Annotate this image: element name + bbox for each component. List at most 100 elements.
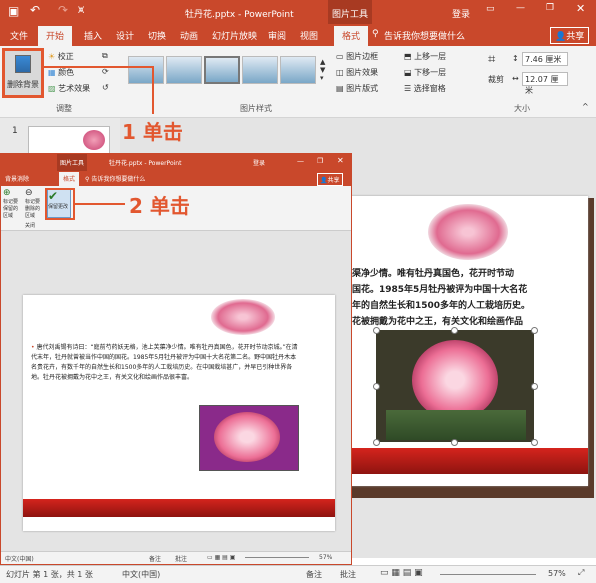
tell-me-input[interactable]: 告诉我你想要做什么 (384, 29, 465, 42)
reset-picture-icon[interactable]: ↺ (102, 83, 109, 92)
close-icon[interactable]: ✕ (576, 2, 585, 15)
picture-layout-button[interactable]: ▤ 图片版式 (336, 83, 378, 94)
compress-icon[interactable]: ⧉ (102, 51, 108, 61)
resize-handle[interactable] (531, 383, 538, 390)
mark-keep-label: 标记要保留的区域 (3, 199, 19, 219)
color-label: 颜色 (58, 68, 75, 77)
thumbnail-peony (83, 130, 105, 150)
resize-handle[interactable] (373, 383, 380, 390)
tab-background-removal[interactable]: 背景消除 (5, 174, 29, 183)
win2-paragraph: • 唐代刘禹锡有诗曰：“庭前芍药妖无格，池上芙蕖净少情。唯有牡丹真国色，花开时节… (31, 343, 301, 383)
restore-icon[interactable]: ❐ (546, 3, 554, 13)
win2-slide[interactable]: • 唐代刘禹锡有诗曰：“庭前芍药妖无格，池上芙蕖净少情。唯有牡丹真国色，花开时节… (23, 295, 335, 531)
artistic-label: 艺术效果 (58, 84, 91, 93)
win2-minimize-icon[interactable]: — (297, 157, 304, 165)
win2-view-icons[interactable]: ▭ ▦ ▤ ▣ (207, 554, 235, 561)
slide-text-line-2: 国花。1985年5月牡丹被评为中国十大名花 (352, 285, 528, 295)
crop-label[interactable]: 裁剪 (488, 74, 504, 85)
selected-peony-image[interactable] (376, 330, 534, 442)
slide-thumbnail[interactable] (28, 126, 110, 154)
win2-restore-icon[interactable]: ❐ (317, 157, 323, 165)
save-icon[interactable]: ▣ (8, 4, 19, 18)
win2-login[interactable]: 登录 (253, 158, 265, 167)
win2-tell-me-input[interactable]: ⚲ 告诉我你想要做什么 (85, 174, 145, 183)
main-slide[interactable]: 渠净少情。唯有牡丹真国色，花开时节动 国花。1985年5月牡丹被评为中国十大名花… (348, 196, 588, 486)
bring-forward-label: 上移一层 (414, 52, 447, 61)
tab-file[interactable]: 文件 (10, 29, 28, 42)
remove-background-button[interactable]: 删除背景 (2, 48, 44, 98)
resize-handle[interactable] (531, 327, 538, 334)
tab-home[interactable]: 开始 (38, 26, 73, 46)
send-backward-label: 下移一层 (414, 68, 447, 77)
customize-qat-icon[interactable]: ⩙ (78, 3, 84, 17)
share-button[interactable]: 👤共享 (550, 27, 590, 44)
picture-effects-button[interactable]: ◫ 图片效果 (336, 67, 378, 78)
keep-changes-highlight (45, 188, 75, 220)
remove-background-icon (15, 55, 31, 73)
border-label: 图片边框 (346, 52, 379, 61)
picture-style-4[interactable] (242, 56, 278, 84)
corrections-label: 校正 (57, 52, 74, 61)
height-input[interactable]: 7.46 厘米 (522, 52, 568, 66)
fit-slide-icon[interactable]: ⤢ (578, 568, 584, 578)
win2-zoom-slider[interactable] (245, 557, 309, 558)
picture-style-5[interactable] (280, 56, 316, 84)
win2-comments[interactable]: 批注 (175, 554, 187, 563)
width-icon: ↔ (512, 74, 519, 83)
tab-view[interactable]: 视图 (300, 29, 318, 42)
collapse-ribbon-icon[interactable]: ^ (582, 102, 589, 111)
slide-red-band (348, 448, 588, 474)
slide-body-text: 渠净少情。唯有牡丹真国色，花开时节动 国花。1985年5月牡丹被评为中国十大名花… (352, 266, 582, 330)
win2-tab-format[interactable]: 格式 (59, 172, 80, 186)
win2-close-icon[interactable]: ✕ (337, 156, 344, 165)
mark-keep-button[interactable]: ⊕ 标记要保留的区域 (3, 188, 21, 219)
win2-notes[interactable]: 备注 (149, 554, 161, 563)
tab-review[interactable]: 审阅 (268, 29, 286, 42)
undo-icon[interactable]: ↶ (30, 3, 40, 17)
mark-remove-button[interactable]: ⊖ 标记要删除的区域 (25, 188, 43, 219)
width-input[interactable]: 12.07 厘米 (522, 72, 568, 95)
resize-handle[interactable] (373, 327, 380, 334)
notes-button[interactable]: 备注 (306, 569, 322, 580)
login-link[interactable]: 登录 (452, 7, 470, 20)
view-buttons[interactable]: ▭ ▦ ▤ ▣ (380, 568, 423, 578)
change-picture-icon[interactable]: ⟳ (102, 67, 109, 76)
zoom-slider[interactable] (440, 574, 536, 575)
redo-icon[interactable]: ↷ (58, 3, 68, 17)
tab-animations[interactable]: 动画 (180, 29, 198, 42)
bring-forward-button[interactable]: ⬒ 上移一层 (404, 51, 446, 62)
comments-button[interactable]: 批注 (340, 569, 356, 580)
minimize-icon[interactable]: — (516, 3, 525, 13)
picture-style-1[interactable] (128, 56, 164, 84)
tell-me-icon: ⚲ (372, 29, 379, 39)
win2-doc-title: 牡丹花.pptx - PowerPoint (109, 160, 182, 167)
crop-icon[interactable]: ⌗ (488, 52, 495, 67)
selection-pane-button[interactable]: ☰ 选择窗格 (404, 83, 446, 94)
resize-handle[interactable] (531, 439, 538, 446)
resize-handle[interactable] (451, 439, 458, 446)
status-lang: 中文(中国) (122, 570, 161, 579)
picture-style-2[interactable] (166, 56, 202, 84)
win2-peony-removal-area[interactable] (199, 405, 299, 471)
resize-handle[interactable] (373, 439, 380, 446)
corrections-button[interactable]: ☀ 校正 (48, 51, 74, 62)
color-button[interactable]: ▦ 颜色 (48, 67, 74, 78)
tab-design[interactable]: 设计 (116, 29, 134, 42)
picture-style-3[interactable] (204, 56, 240, 84)
tab-insert[interactable]: 插入 (84, 29, 102, 42)
styles-scroll-icon[interactable]: ▲ ▼ ▾ (320, 58, 325, 82)
tab-slideshow[interactable]: 幻灯片放映 (212, 29, 257, 42)
ribbon-display-icon[interactable]: ▭ (486, 4, 495, 14)
picture-border-button[interactable]: ▭ 图片边框 (336, 51, 378, 62)
win2-share-button[interactable]: 👤共享 (317, 173, 343, 186)
tab-format[interactable]: 格式 (334, 26, 369, 46)
send-backward-button[interactable]: ⬓ 下移一层 (404, 67, 446, 78)
size-group-label: 大小 (514, 104, 530, 113)
annotation-step-1: 1 单击 (122, 120, 183, 144)
artistic-effects-button[interactable]: ▨ 艺术效果 (48, 83, 90, 94)
styles-group-label: 图片样式 (240, 104, 272, 113)
zoom-level: 57% (548, 569, 566, 578)
tab-transitions[interactable]: 切换 (148, 29, 166, 42)
win2-paragraph-text: 唐代刘禹锡有诗曰：“庭前芍药妖无格，池上芙蕖净少情。唯有牡丹真国色，花开时节动京… (31, 344, 298, 381)
resize-handle[interactable] (451, 327, 458, 334)
